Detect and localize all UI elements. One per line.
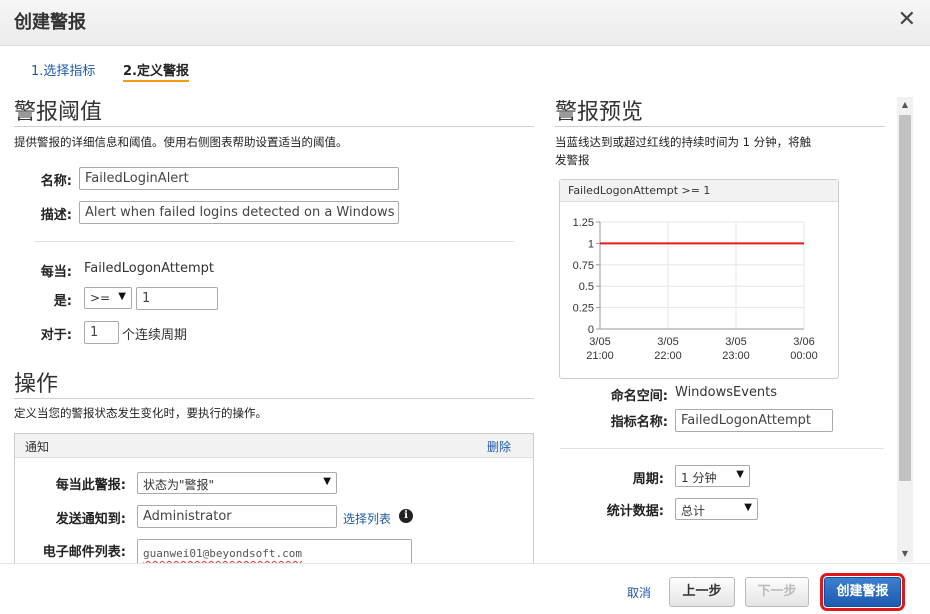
chart-title: FailedLogonAttempt >= 1: [560, 180, 838, 202]
x-tick-time-label: 22:00: [654, 350, 682, 362]
operator-select[interactable]: >= ▼: [84, 287, 132, 309]
divider: [14, 126, 534, 127]
x-tick-date-label: 3/05: [725, 336, 746, 348]
email-value: guanwei01@beyondsoft.com: [143, 547, 302, 560]
chevron-down-icon: ▼: [118, 291, 126, 302]
alarm-state-label: 每当此警报:: [55, 478, 126, 493]
y-tick-label: 0.25: [573, 303, 594, 315]
divider: [555, 126, 885, 127]
delete-notification-link[interactable]: 删除: [487, 438, 511, 455]
x-tick-date-label: 3/05: [589, 336, 610, 348]
notification-title: 通知: [25, 440, 50, 454]
x-tick-time-label: 23:00: [722, 350, 750, 362]
preview-description-line2: 发警报: [555, 153, 590, 167]
metric-name-label: 指标名称:: [610, 415, 668, 430]
previous-button[interactable]: 上一步: [669, 577, 735, 607]
dialog-title: 创建警报: [14, 12, 86, 33]
alarm-state-select[interactable]: 状态为"警报" ▼: [137, 472, 337, 494]
period-select[interactable]: 1 分钟 ▼: [675, 465, 750, 487]
preview-heading: 警报预览: [555, 100, 644, 125]
chevron-down-icon: ▼: [323, 476, 331, 487]
y-tick-label: 0.5: [579, 281, 594, 293]
namespace-label: 命名空间:: [610, 389, 668, 404]
scroll-down-icon[interactable]: ▼: [897, 546, 913, 562]
period-value: 1 分钟: [681, 471, 717, 485]
description-label: 描述:: [40, 208, 72, 223]
send-to-label: 发送通知到:: [55, 512, 126, 527]
threshold-heading: 警报阈值: [14, 100, 103, 125]
dialog-footer: 取消 上一步 下一步 创建警报: [0, 563, 930, 614]
metric-name-value: FailedLogonAttempt: [84, 261, 215, 276]
alarm-state-value: 状态为"警报": [143, 478, 215, 492]
send-to-input[interactable]: Administrator: [137, 505, 337, 528]
name-label: 名称:: [40, 174, 72, 189]
threshold-description: 提供警报的详细信息和阈值。使用右侧图表帮助设置适当的阈值。: [14, 135, 348, 149]
statistic-value: 总计: [681, 504, 706, 518]
step-select-metric[interactable]: 1.选择指标: [31, 60, 95, 79]
x-tick-date-label: 3/06: [793, 336, 814, 348]
x-tick-date-label: 3/05: [657, 336, 678, 348]
x-tick-time-label: 21:00: [586, 350, 614, 362]
is-label: 是:: [53, 294, 72, 309]
chevron-down-icon: ▼: [736, 469, 744, 480]
info-icon[interactable]: i: [399, 509, 413, 523]
alarm-name-input[interactable]: FailedLoginAlert: [79, 167, 399, 190]
create-alarm-dialog: 创建警报 ✕ 1.选择指标 2.定义警报 警报阈值 提供警报的详细信息和阈值。使…: [0, 0, 930, 614]
cancel-link[interactable]: 取消: [627, 584, 651, 601]
scrollbar[interactable]: ▲ ▼: [897, 97, 913, 562]
operator-value: >=: [90, 291, 111, 305]
x-tick-time-label: 00:00: [790, 350, 818, 362]
statistic-select[interactable]: 总计 ▼: [675, 498, 758, 520]
actions-heading: 操作: [14, 372, 59, 397]
close-icon[interactable]: ✕: [898, 7, 916, 32]
step-define-alarm: 2.定义警报: [123, 60, 189, 82]
periods-suffix: 个连续周期: [122, 328, 188, 343]
namespace-value: WindowsEvents: [675, 385, 778, 400]
divider: [560, 448, 884, 449]
dialog-header: 创建警报 ✕: [0, 0, 930, 46]
statistic-label: 统计数据:: [606, 504, 664, 519]
next-button[interactable]: 下一步: [745, 577, 809, 607]
alarm-description-input[interactable]: Alert when failed logins detected on a W…: [79, 201, 399, 224]
notification-header: 通知 删除: [15, 434, 533, 458]
scroll-up-icon[interactable]: ▲: [897, 97, 913, 113]
scrollbar-thumb[interactable]: [899, 115, 911, 481]
create-alarm-button[interactable]: 创建警报: [820, 573, 905, 611]
period-label: 周期:: [632, 472, 664, 487]
chevron-down-icon: ▼: [744, 502, 752, 513]
periods-input[interactable]: 1: [84, 321, 119, 344]
email-list-label: 电子邮件列表:: [42, 545, 126, 560]
divider: [34, 241, 514, 242]
y-tick-label: 0: [588, 324, 594, 336]
y-tick-label: 0.75: [573, 260, 594, 272]
select-list-link[interactable]: 选择列表: [343, 510, 391, 527]
whenever-label: 每当:: [40, 265, 72, 280]
preview-description-line1: 当蓝线达到或超过红线的持续时间为 1 分钟，将触: [555, 135, 812, 149]
metric-name-input[interactable]: FailedLogonAttempt: [675, 409, 833, 432]
threshold-input[interactable]: 1: [136, 287, 218, 310]
actions-description: 定义当您的警报状态发生变化时，要执行的操作。: [14, 406, 267, 420]
for-label: 对于:: [40, 328, 72, 343]
alarm-preview-chart: FailedLogonAttempt >= 1 0 0.25 0.5 0.75 1 1.2…: [559, 179, 839, 379]
y-tick-label: 1.25: [573, 217, 594, 229]
y-tick-label: 1: [588, 238, 594, 250]
divider: [14, 398, 534, 399]
chart-plot: 0 0.25 0.5 0.75 1 1.25 3/05 21:00 3/05 22:00 3/05 2…: [573, 217, 818, 362]
